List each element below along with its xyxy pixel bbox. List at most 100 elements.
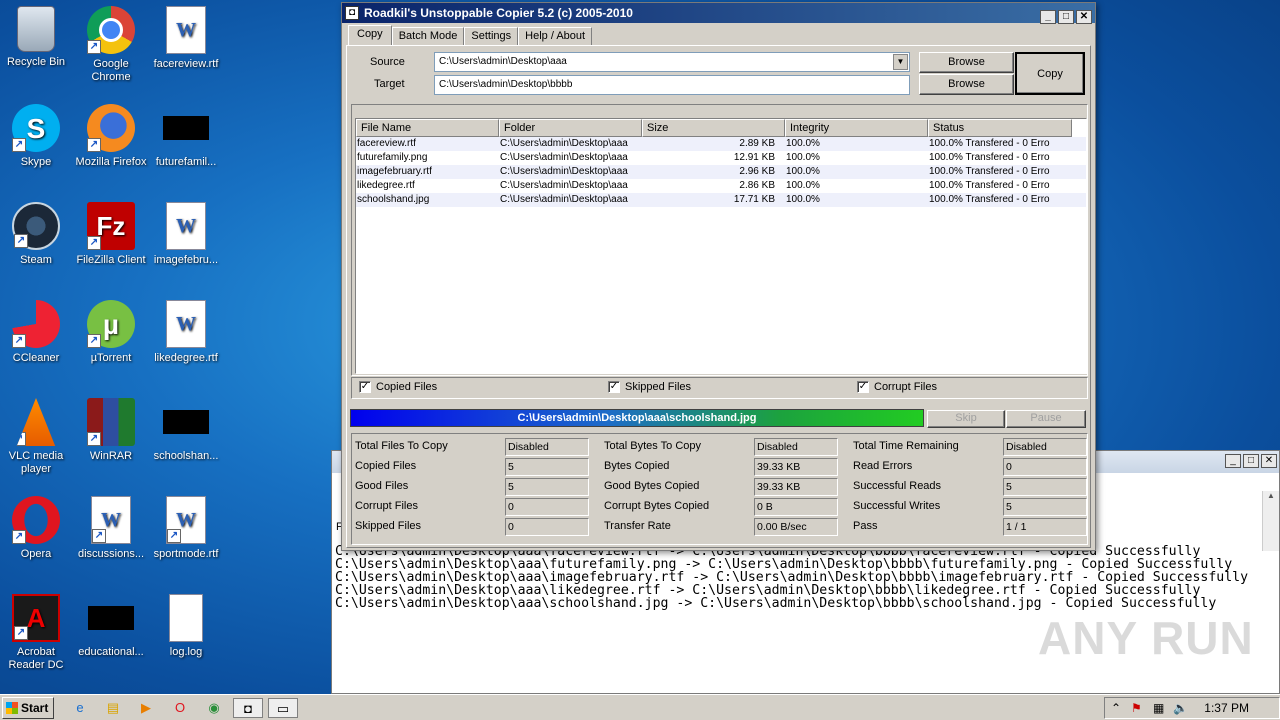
tab-settings[interactable]: Settings bbox=[464, 27, 519, 46]
cell-folder: C:\Users\admin\Desktop\aaa bbox=[500, 180, 628, 191]
desktop-icon-log-log[interactable]: log.log bbox=[149, 594, 223, 659]
desktop-icon-schoolshand[interactable]: schoolshan... bbox=[149, 398, 223, 463]
minimize-icon[interactable]: _ bbox=[1040, 10, 1056, 24]
ie-icon[interactable]: e bbox=[70, 698, 90, 718]
desktop-icon-sportmode-rtf[interactable]: W ↗ sportmode.rtf bbox=[149, 496, 223, 561]
stat-value: 39.33 KB bbox=[754, 458, 838, 476]
copied-files-checkbox[interactable]: ✓ Copied Files bbox=[359, 381, 437, 393]
maximize-icon[interactable]: □ bbox=[1058, 10, 1074, 24]
desktop-icon-label: discussions... bbox=[77, 548, 145, 560]
desktop-icon-label: Recycle Bin bbox=[6, 56, 66, 68]
table-row[interactable]: imagefebruary.rtf C:\Users\admin\Desktop\… bbox=[356, 165, 1086, 179]
skipped-files-checkbox[interactable]: ✓ Skipped Files bbox=[608, 381, 691, 393]
notepad-task-icon[interactable]: ▭ bbox=[268, 698, 298, 718]
desktop-icon-label: sportmode.rtf bbox=[153, 548, 219, 560]
filter-bar bbox=[351, 377, 1088, 399]
opera-icon: ↗ bbox=[12, 496, 60, 544]
close-icon[interactable]: ✕ bbox=[1261, 454, 1277, 468]
desktop-icon-educational[interactable]: educational... bbox=[74, 594, 148, 659]
desktop-icon-vlc-media-player[interactable]: ↗ VLC media player bbox=[0, 398, 73, 476]
tab-bar: Copy Batch Mode Settings Help / About bbox=[348, 25, 593, 46]
chrome-icon[interactable]: ◉ bbox=[204, 698, 224, 718]
desktop-icon-discussions[interactable]: W ↗ discussions... bbox=[74, 496, 148, 561]
desktop-icon-ccleaner[interactable]: ↗ CCleaner bbox=[0, 300, 73, 365]
system-tray: ⌃ ⚑ ▦ 🔈 1:37 PM bbox=[1104, 697, 1280, 719]
copier-titlebar[interactable]: ◘ Roadkil's Unstoppable Copier 5.2 (c) 2… bbox=[342, 3, 1095, 24]
chevron-down-icon[interactable]: ▼ bbox=[893, 54, 908, 70]
desktop-icon-winrar[interactable]: ↗ WinRAR bbox=[74, 398, 148, 463]
desktop-icon-imagefebruary[interactable]: Wimagefebru... bbox=[149, 202, 223, 267]
desktop-icon-futurefamily[interactable]: futurefamil... bbox=[149, 104, 223, 169]
maximize-icon[interactable]: □ bbox=[1243, 454, 1259, 468]
explorer-icon[interactable]: ▤ bbox=[103, 698, 123, 718]
pause-button[interactable]: Pause bbox=[1006, 410, 1086, 428]
vlc-media-player-icon: ↗ bbox=[16, 398, 56, 446]
desktop-icon-label: imagefebru... bbox=[153, 254, 219, 266]
file-list[interactable]: File Name Folder Size Integrity Status f… bbox=[355, 118, 1087, 374]
column-file-name[interactable]: File Name bbox=[356, 119, 499, 137]
shortcut-arrow-icon: ↗ bbox=[12, 138, 26, 152]
copier-task-icon[interactable]: ◘ bbox=[233, 698, 263, 718]
desktop-icon-label: Acrobat Reader DC bbox=[8, 646, 64, 671]
checkbox-label: Skipped Files bbox=[625, 381, 692, 393]
chevron-up-icon[interactable]: ⌃ bbox=[1111, 701, 1121, 715]
source-combobox[interactable]: C:\Users\admin\Desktop\aaa ▼ bbox=[434, 52, 910, 72]
desktop-icon-mozilla-firefox[interactable]: ↗ Mozilla Firefox bbox=[74, 104, 148, 169]
clock[interactable]: 1:37 PM bbox=[1204, 701, 1249, 715]
desktop-icon-utorrent[interactable]: µ ↗ µTorrent bbox=[74, 300, 148, 365]
desktop-icon-likedegree-rtf[interactable]: Wlikedegree.rtf bbox=[149, 300, 223, 365]
desktop-icon-opera[interactable]: ↗ Opera bbox=[0, 496, 73, 561]
network-icon[interactable]: ▦ bbox=[1153, 701, 1164, 715]
table-row[interactable]: facereview.rtf C:\Users\admin\Desktop\aaa… bbox=[356, 137, 1086, 151]
copy-panel: Source Target C:\Users\admin\Desktop\aaa… bbox=[346, 45, 1091, 548]
column-size[interactable]: Size bbox=[642, 119, 785, 137]
volume-icon[interactable]: 🔈 bbox=[1173, 701, 1188, 715]
target-label: Target bbox=[374, 78, 405, 90]
desktop-icon-label: WinRAR bbox=[89, 450, 133, 462]
desktop-icon-google-chrome[interactable]: ↗ Google Chrome bbox=[74, 6, 148, 84]
mozilla-firefox-icon: ↗ bbox=[87, 104, 135, 152]
stat-value: Disabled bbox=[754, 438, 838, 456]
column-status[interactable]: Status bbox=[928, 119, 1072, 137]
desktop-icon-recycle-bin[interactable]: Recycle Bin bbox=[0, 6, 73, 69]
desktop-icon-label: educational... bbox=[78, 646, 144, 658]
desktop-icon-label: facereview.rtf bbox=[153, 58, 219, 70]
table-row[interactable]: futurefamily.png C:\Users\admin\Desktop\a… bbox=[356, 151, 1086, 165]
desktop-icon-facereview-rtf[interactable]: Wfacereview.rtf bbox=[149, 6, 223, 71]
flag-icon[interactable]: ⚑ bbox=[1131, 701, 1142, 715]
tab-help-about[interactable]: Help / About bbox=[518, 27, 593, 46]
desktop-icon-steam[interactable]: ↗ Steam bbox=[0, 202, 73, 267]
column-folder[interactable]: Folder bbox=[499, 119, 642, 137]
taskbar: Start e ▤ ▶ O ◉ ◘ ▭ ⌃ ⚑ ▦ 🔈 1:37 PM bbox=[0, 694, 1280, 720]
opera-icon[interactable]: O bbox=[170, 698, 190, 718]
sportmode-rtf-icon: W ↗ bbox=[166, 496, 206, 544]
corrupt-files-checkbox[interactable]: ✓ Corrupt Files bbox=[857, 381, 937, 393]
desktop-icon-filezilla-client[interactable]: Fz ↗ FileZilla Client bbox=[74, 202, 148, 267]
target-field[interactable]: C:\Users\admin\Desktop\bbbb bbox=[434, 75, 910, 95]
window-title: Roadkil's Unstoppable Copier 5.2 (c) 200… bbox=[364, 6, 633, 20]
media-player-icon[interactable]: ▶ bbox=[136, 698, 156, 718]
stat-value: 0 bbox=[505, 518, 589, 536]
statistics-panel: Total Files To Copy Disabled Total Bytes T… bbox=[351, 433, 1088, 545]
skip-button[interactable]: Skip bbox=[927, 410, 1005, 428]
desktop-icon-skype[interactable]: S ↗ Skype bbox=[0, 104, 73, 169]
shortcut-arrow-icon: ↗ bbox=[12, 334, 26, 348]
tab-batch-mode[interactable]: Batch Mode bbox=[391, 27, 465, 46]
stat-label: Total Time Remaining bbox=[853, 440, 959, 452]
copy-button[interactable]: Copy bbox=[1015, 52, 1085, 95]
browse-source-button[interactable]: Browse bbox=[919, 52, 1014, 73]
table-row[interactable]: schoolshand.jpg C:\Users\admin\Desktop\aa… bbox=[356, 193, 1086, 207]
cell-size: 17.71 KB bbox=[733, 194, 775, 205]
desktop-icon-label: likedegree.rtf bbox=[154, 352, 218, 364]
tab-copy[interactable]: Copy bbox=[348, 25, 392, 46]
table-row[interactable]: likedegree.rtf C:\Users\admin\Desktop\aaa… bbox=[356, 179, 1086, 193]
column-integrity[interactable]: Integrity bbox=[785, 119, 928, 137]
minimize-icon[interactable]: _ bbox=[1225, 454, 1241, 468]
stat-value: Disabled bbox=[1003, 438, 1087, 456]
close-icon[interactable]: ✕ bbox=[1076, 10, 1092, 24]
desktop-icon-acrobat-reader-dc[interactable]: A ↗ Acrobat Reader DC bbox=[0, 594, 73, 672]
start-button[interactable]: Start bbox=[2, 697, 54, 719]
browse-target-button[interactable]: Browse bbox=[919, 74, 1014, 95]
console-scrollbar[interactable] bbox=[1262, 491, 1279, 551]
stat-value: 1 / 1 bbox=[1003, 518, 1087, 536]
